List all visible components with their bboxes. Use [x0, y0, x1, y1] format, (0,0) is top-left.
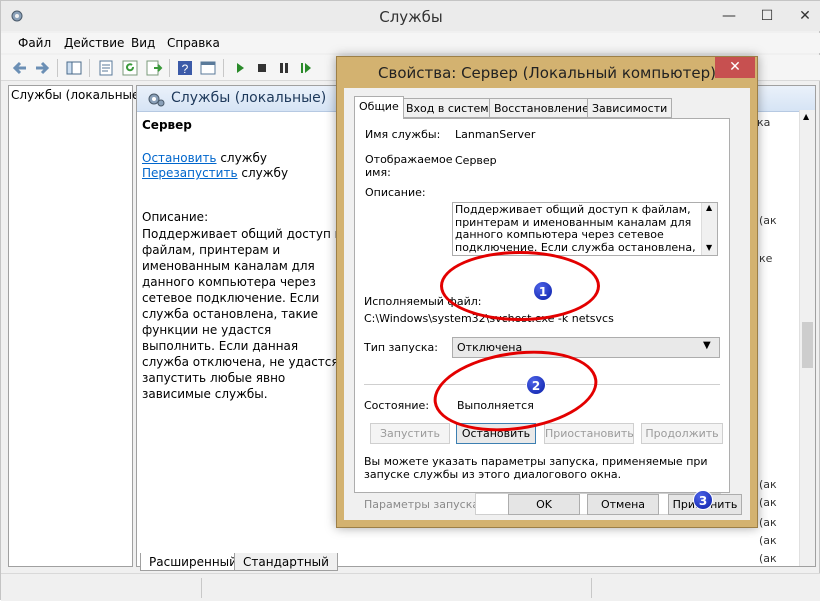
list-cell-fragment: ке — [759, 252, 773, 265]
dialog-title: Свойства: Сервер (Локальный компьютер) — [378, 64, 716, 82]
list-cell-fragment: (ак — [759, 496, 777, 509]
scrollbar-thumb[interactable] — [802, 322, 813, 368]
window-title: Службы — [379, 8, 443, 26]
help-icon[interactable]: ? — [176, 59, 194, 77]
stop-service-icon[interactable] — [253, 59, 271, 77]
start-service-icon[interactable] — [231, 59, 249, 77]
tab-logon[interactable]: Вход в систему — [401, 98, 501, 118]
startup-type-select[interactable]: Отключена ▼ — [452, 337, 720, 358]
service-name-heading: Сервер — [142, 118, 192, 132]
startup-type-label: Тип запуска: — [364, 341, 438, 354]
console-tree: Службы (локальные) — [8, 85, 144, 567]
scroll-up-icon[interactable]: ▲ — [706, 203, 712, 212]
resume-button[interactable]: Продолжить — [641, 423, 723, 444]
menu-view[interactable]: Вид — [131, 36, 155, 50]
minimize-button[interactable]: — — [717, 7, 741, 25]
stop-service-link[interactable]: Остановить — [142, 151, 217, 165]
display-name-value: Сервер — [455, 154, 497, 167]
list-cell-fragment: (ак — [759, 214, 777, 227]
tab-recovery[interactable]: Восстановление — [489, 98, 594, 118]
status-value: Выполняется — [457, 399, 534, 412]
back-arrow-icon[interactable] — [11, 59, 29, 77]
tab-standard[interactable]: Стандартный — [234, 553, 338, 571]
forward-arrow-icon[interactable] — [33, 59, 51, 77]
ok-button[interactable]: OK — [508, 494, 580, 515]
pause-button[interactable]: Приостановить — [544, 423, 634, 444]
step-badge-3: 3 — [693, 490, 713, 510]
scroll-down-icon[interactable]: ▼ — [706, 243, 712, 252]
pane-title: Службы (локальные) — [171, 90, 327, 106]
close-button[interactable]: ✕ — [793, 7, 817, 25]
description-label: Описание: — [142, 210, 209, 224]
view-tabs: Расширенный Стандартный — [136, 553, 818, 571]
stop-service-line: Остановить службу — [142, 151, 268, 165]
menu-bar: Файл Действие Вид Справка — [1, 33, 820, 53]
chevron-down-icon: ▼ — [703, 340, 711, 351]
maximize-button[interactable]: ☐ — [755, 7, 779, 25]
description-textbox[interactable]: Поддерживает общий доступ к файлам, прин… — [452, 202, 718, 256]
list-cell-fragment: (ак — [759, 478, 777, 491]
cancel-button[interactable]: Отмена — [587, 494, 659, 515]
show-tree-icon[interactable] — [65, 59, 83, 77]
executable-path: C:\Windows\system32\svchost.exe -k netsv… — [364, 312, 614, 325]
stop-button[interactable]: Остановить — [456, 423, 536, 444]
startup-params-hint: Вы можете указать параметры запуска, при… — [364, 455, 708, 481]
list-cell-fragment: (ак — [759, 534, 777, 547]
menu-help[interactable]: Справка — [167, 36, 220, 50]
scroll-up-icon[interactable]: ▲ — [803, 112, 809, 121]
restart-service-icon[interactable] — [297, 59, 315, 77]
menu-file[interactable]: Файл — [18, 36, 51, 50]
status-bar — [1, 573, 820, 601]
tab-dependencies[interactable]: Зависимости — [587, 98, 673, 118]
dialog-body: Общие Вход в систему Восстановление Зави… — [344, 88, 750, 520]
description-text: Поддерживает общий доступ к файлам, прин… — [142, 227, 342, 401]
properties-icon[interactable] — [97, 59, 115, 77]
export-list-icon[interactable] — [145, 59, 163, 77]
description-value: Поддерживает общий доступ к файлам, прин… — [455, 204, 696, 254]
restart-service-link[interactable]: Перезапустить — [142, 166, 238, 180]
service-name-label: Имя службы: — [365, 128, 441, 141]
tab-general[interactable]: Общие — [354, 96, 404, 119]
svg-text:?: ? — [182, 62, 189, 76]
pause-service-icon[interactable] — [275, 59, 293, 77]
startup-params-label: Параметры запуска: — [364, 498, 483, 511]
dialog-close-button[interactable]: ✕ — [715, 57, 755, 78]
console-icon[interactable] — [199, 59, 217, 77]
service-name-value: LanmanServer — [455, 128, 536, 141]
refresh-icon[interactable] — [121, 59, 139, 77]
title-bar[interactable]: Службы — ☐ ✕ — [1, 1, 820, 31]
tree-item-local-services[interactable]: Службы (локальные) — [11, 88, 144, 102]
executable-label: Исполняемый файл: — [364, 295, 482, 308]
description-label: Описание: — [365, 186, 426, 199]
vertical-scrollbar[interactable]: ▲ — [799, 110, 815, 566]
restart-service-line: Перезапустить службу — [142, 166, 289, 180]
description-scrollbar[interactable]: ▲ ▼ — [701, 203, 717, 255]
step-badge-1: 1 — [533, 281, 553, 301]
status-label: Состояние: — [364, 399, 430, 412]
list-cell-fragment: (ак — [759, 516, 777, 529]
menu-action[interactable]: Действие — [64, 36, 124, 50]
start-button[interactable]: Запустить — [370, 423, 450, 444]
display-name-label: Отображаемое имя: — [365, 153, 453, 179]
tab-extended[interactable]: Расширенный — [140, 553, 246, 571]
step-badge-2: 2 — [526, 375, 546, 395]
startup-type-value: Отключена — [457, 341, 523, 354]
services-gear-icon — [148, 93, 165, 107]
